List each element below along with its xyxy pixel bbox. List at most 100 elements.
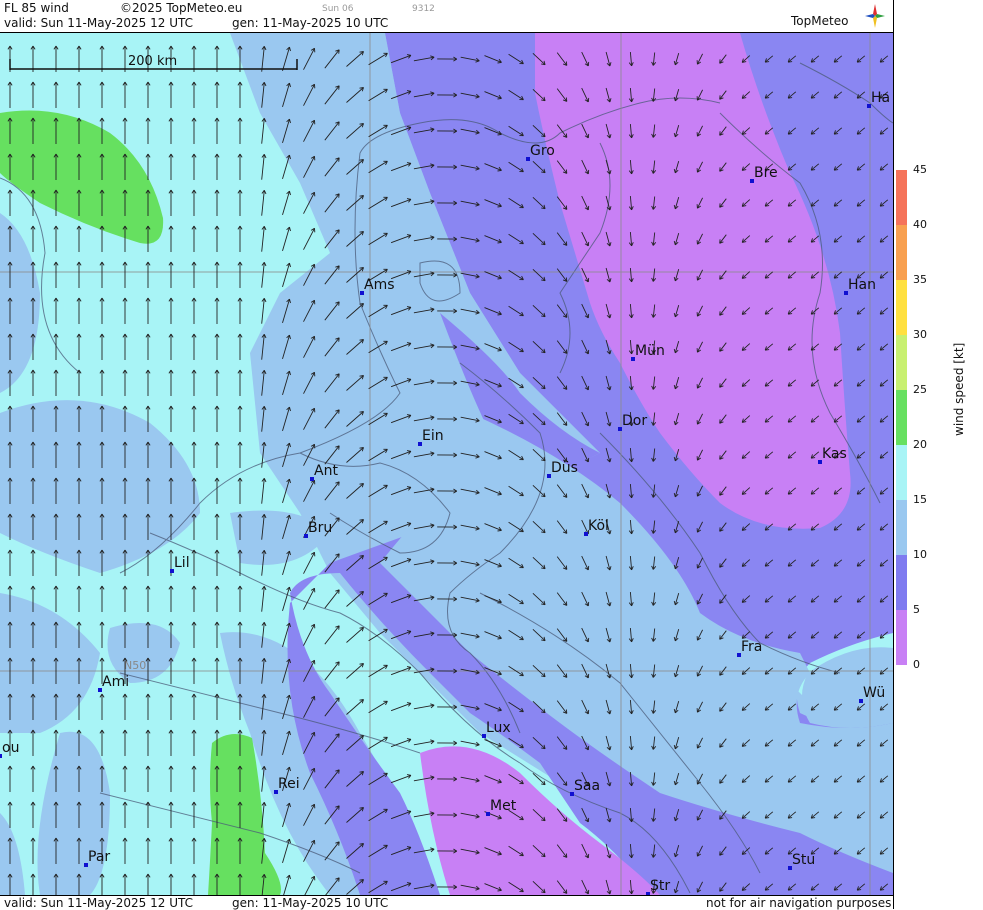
wind-arrow-head xyxy=(407,775,411,776)
fill-band-10-15 xyxy=(38,732,111,895)
wind-arrow-head xyxy=(498,638,502,639)
colorbar-swatch xyxy=(896,445,907,500)
wind-arrow-head xyxy=(407,703,411,704)
wind-arrow-head xyxy=(788,494,792,495)
wind-map: N50 200 km GroBreHaAmsHanMünEinDorKasAnt… xyxy=(0,33,893,895)
wind-arrow-head xyxy=(498,242,502,243)
wind-arrow-head xyxy=(834,602,838,603)
wind-arrow-head xyxy=(811,674,815,675)
wind-arrow-head xyxy=(880,170,884,171)
wind-arrow-head xyxy=(857,458,861,459)
map-canvas: N50 200 km GroBreHaAmsHanMünEinDorKasAnt… xyxy=(0,33,893,895)
wind-arrow xyxy=(304,588,315,609)
wind-arrow-head xyxy=(788,350,792,351)
wind-arrow-head xyxy=(811,386,815,387)
wind-arrow-head xyxy=(834,422,838,423)
wind-arrow-head xyxy=(765,602,769,603)
wind-arrow-head xyxy=(880,134,884,135)
copyright-text: ©2025 TopMeteo.eu xyxy=(120,1,242,15)
wind-arrow xyxy=(262,262,265,287)
wind-arrow-head xyxy=(857,854,861,855)
city-label: Met xyxy=(490,798,517,814)
colorbar-tick-label: 15 xyxy=(913,493,927,506)
wind-arrow-head xyxy=(765,782,769,783)
wind-arrow-head xyxy=(834,494,838,495)
wind-arrow-head xyxy=(811,314,815,315)
wind-arrow xyxy=(262,190,265,215)
wind-arrow-head xyxy=(788,530,792,531)
wind-arrow-head xyxy=(498,386,502,387)
colorbar-swatch xyxy=(896,225,907,280)
wind-arrow xyxy=(414,741,434,745)
map-footer: valid: Sun 11-May-2025 12 UTC gen: 11-Ma… xyxy=(0,895,893,910)
wind-arrow xyxy=(304,624,315,645)
wind-arrow-head xyxy=(765,278,769,279)
wind-arrow-head xyxy=(880,350,884,351)
colorbar-tick-label: 5 xyxy=(913,603,920,616)
wind-arrow-head xyxy=(765,206,769,207)
wind-arrow-head xyxy=(765,566,769,567)
wind-arrow-head xyxy=(834,818,838,819)
wind-arrow xyxy=(369,701,388,712)
wind-arrow-head xyxy=(811,494,815,495)
wind-arrow-head xyxy=(857,710,861,711)
city-label: Fra xyxy=(741,639,762,655)
wind-arrow xyxy=(262,478,265,503)
wind-arrow-head xyxy=(834,854,838,855)
wind-arrow xyxy=(262,118,265,143)
wind-arrow-head xyxy=(765,746,769,747)
wind-arrow xyxy=(304,228,315,249)
wind-arrow-head xyxy=(498,782,502,783)
wind-arrow-head xyxy=(857,350,861,351)
wind-arrow-head xyxy=(834,278,838,279)
wind-arrow-head xyxy=(811,206,815,207)
wind-arrow-head xyxy=(498,494,502,495)
wind-arrow xyxy=(262,298,265,323)
wind-arrow-head xyxy=(880,674,884,675)
wind-arrow-head xyxy=(880,854,884,855)
wind-arrow xyxy=(283,875,290,895)
wind-arrow-head xyxy=(857,386,861,387)
city-label: Str xyxy=(650,878,670,894)
wind-arrow xyxy=(347,628,364,643)
city-label: Mün xyxy=(635,343,665,359)
wind-arrow-head xyxy=(498,134,502,135)
wind-arrow-head xyxy=(788,170,792,171)
wind-arrow-head xyxy=(811,890,815,891)
wind-arrow-head xyxy=(880,494,884,495)
wind-arrow-head xyxy=(811,62,815,63)
colorbar-swatch xyxy=(896,500,907,555)
wind-arrow-head xyxy=(811,134,815,135)
wind-arrow-head xyxy=(857,746,861,747)
wind-arrow-head xyxy=(788,782,792,783)
wind-arrow xyxy=(283,587,290,611)
wind-arrow-head xyxy=(811,458,815,459)
colorbar-tick-label: 0 xyxy=(913,658,920,671)
wind-arrow-head xyxy=(290,875,291,879)
city-label: Wü xyxy=(863,685,885,701)
colorbar-swatch xyxy=(896,170,907,225)
wind-arrow-head xyxy=(857,242,861,243)
wind-arrow-head xyxy=(788,890,792,891)
wind-arrow-head xyxy=(498,602,502,603)
wind-arrow xyxy=(325,590,339,608)
wind-arrow-head xyxy=(498,98,502,99)
wind-arrow-head xyxy=(834,890,838,891)
wind-arrow-head xyxy=(765,890,769,891)
wind-arrow xyxy=(414,705,434,709)
wind-arrow-head xyxy=(498,62,502,63)
wind-arrow-head xyxy=(811,170,815,171)
wind-arrow-head xyxy=(880,566,884,567)
wind-arrow-head xyxy=(788,746,792,747)
wind-arrow-head xyxy=(498,170,502,171)
wind-arrow-head xyxy=(880,890,884,891)
wind-arrow-head xyxy=(857,98,861,99)
wind-arrow-head xyxy=(834,134,838,135)
wind-arrow-head xyxy=(290,587,291,591)
wind-arrow-head xyxy=(498,206,502,207)
wind-arrow-head xyxy=(857,530,861,531)
disclaimer-text: not for air navigation purposes xyxy=(706,896,891,910)
wind-arrow-head xyxy=(880,314,884,315)
wind-arrow-head xyxy=(834,746,838,747)
wind-arrow-head xyxy=(880,458,884,459)
